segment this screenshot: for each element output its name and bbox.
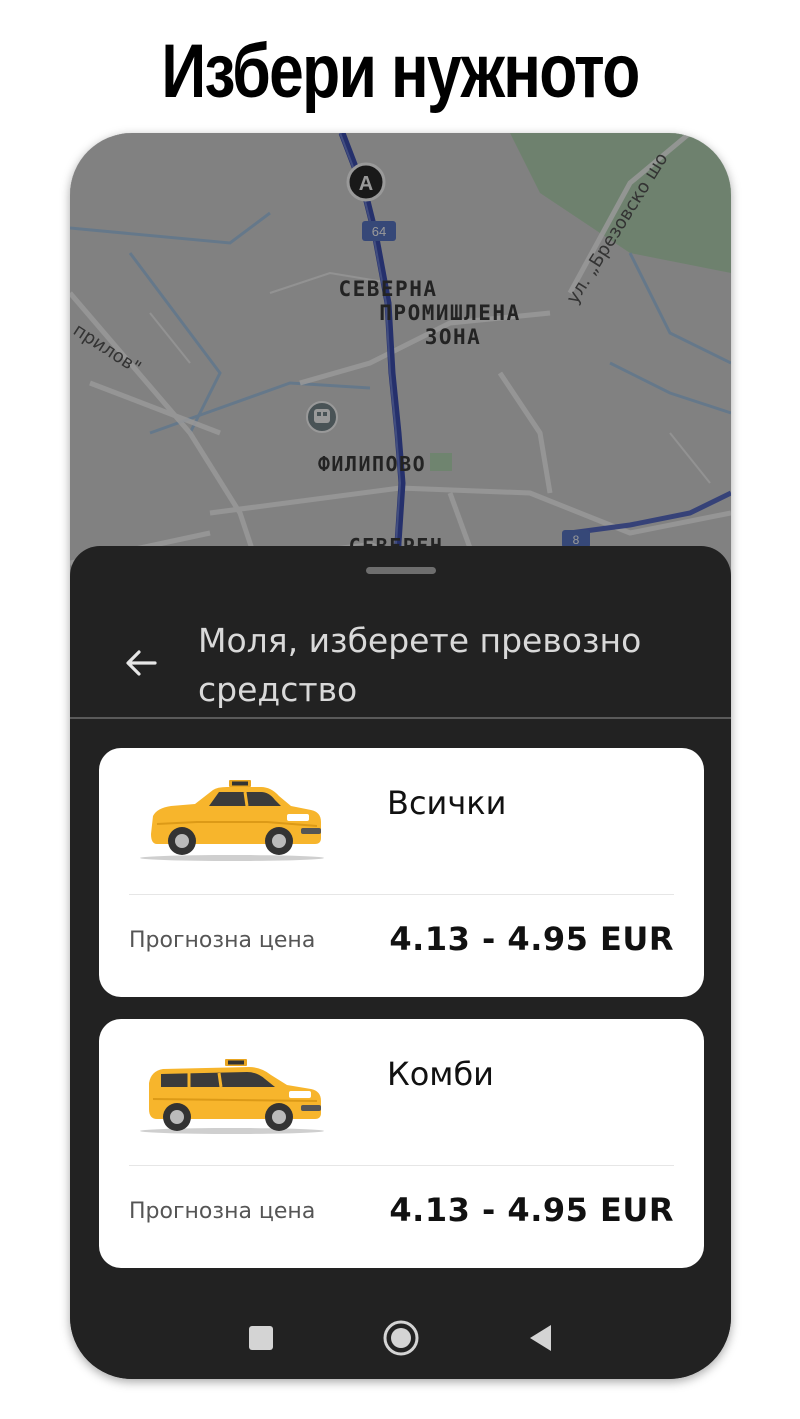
phone-frame: A 64 8 СЕВЕРНА ПРОМИШЛЕНА ЗОНА ФИЛИПОВО … xyxy=(70,133,731,1379)
card-separator xyxy=(129,1165,674,1166)
vehicle-card-all[interactable]: Всички Прогнозна цена 4.13 - 4.95 EUR xyxy=(99,748,704,997)
arrow-left-icon xyxy=(126,650,157,676)
sheet-drag-handle[interactable] xyxy=(366,567,436,574)
home-button[interactable] xyxy=(381,1318,421,1358)
back-button[interactable] xyxy=(116,638,166,688)
headline: Избери нужното xyxy=(161,29,640,114)
recents-button[interactable] xyxy=(241,1318,281,1358)
system-navigation-bar xyxy=(70,1313,731,1363)
sheet-title: Моля, изберете превозно средство xyxy=(198,621,642,709)
taxi-wagon-icon xyxy=(140,1059,324,1134)
vehicle-name: Всички xyxy=(387,784,507,822)
sheet-divider xyxy=(70,717,731,719)
vehicle-name: Комби xyxy=(387,1055,494,1093)
vehicle-card-wagon[interactable]: Комби Прогнозна цена 4.13 - 4.95 EUR xyxy=(99,1019,704,1268)
square-recents-icon xyxy=(249,1326,273,1350)
map-dim-overlay xyxy=(70,133,731,603)
price-label: Прогнозна цена xyxy=(129,928,316,953)
taxi-sedan-icon xyxy=(140,780,324,861)
vehicle-bottom-sheet: Моля, изберете превозно средство Всички … xyxy=(70,546,731,1379)
price-label: Прогнозна цена xyxy=(129,1199,316,1224)
map-view[interactable]: A 64 8 СЕВЕРНА ПРОМИШЛЕНА ЗОНА ФИЛИПОВО … xyxy=(70,133,731,603)
card-separator xyxy=(129,894,674,895)
triangle-back-icon xyxy=(530,1325,551,1351)
circle-home-icon xyxy=(383,1320,419,1356)
price-value: 4.13 - 4.95 EUR xyxy=(389,920,674,958)
price-value: 4.13 - 4.95 EUR xyxy=(389,1191,674,1229)
nav-back-button[interactable] xyxy=(521,1318,561,1358)
